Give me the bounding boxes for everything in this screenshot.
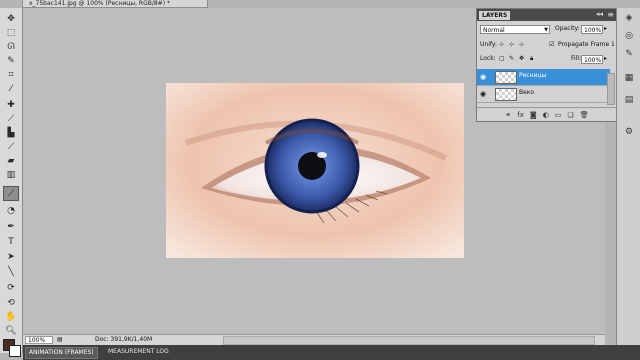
opacity-label: Opacity: <box>555 25 580 32</box>
swatches-dock-icon[interactable]: ▤ <box>622 94 636 106</box>
adjustment-icon[interactable]: ◐ <box>543 111 549 119</box>
fill-dropdown-icon[interactable]: ▸ <box>604 54 607 64</box>
opacity-field[interactable]: 100% <box>581 25 603 34</box>
new-layer-icon[interactable]: ❏ <box>567 111 573 119</box>
layers-panel: LAYERS ◂◂ ≡ Normal ▼ Opacity: 100% ▸ Uni… <box>476 8 618 122</box>
document-tab[interactable]: x_75bac141.jpg @ 100% (Ресницы, RGB/8#) … <box>22 0 208 8</box>
brush-tool-icon[interactable]: ⟋ <box>4 112 18 125</box>
panel-menu-icon[interactable]: ≡ <box>607 10 614 19</box>
eyedropper-tool-icon[interactable]: ⁄ <box>4 82 18 95</box>
blend-mode-select[interactable]: Normal ▼ <box>480 25 550 34</box>
text-tool-icon[interactable]: T <box>4 235 18 248</box>
history-brush-tool-icon[interactable]: ⟋ <box>4 140 18 153</box>
link-icon[interactable]: ⚭ <box>505 111 511 119</box>
trash-icon[interactable]: 🗑︎ <box>580 111 589 119</box>
status-bar: 100% ▤ Doc: 391,9K/1,40M <box>23 334 605 345</box>
shape-tool-icon[interactable]: ╲ <box>4 265 18 278</box>
status-menu-icon[interactable]: ▤ <box>57 335 63 345</box>
tab-layers[interactable]: LAYERS <box>479 11 511 20</box>
bottom-panel-tabs: ANIMATION (FRAMES) MEASUREMENT LOG <box>23 345 640 360</box>
stamp-tool-icon[interactable]: ▙ <box>4 126 18 139</box>
chevron-down-icon: ▼ <box>544 27 548 33</box>
group-icon[interactable]: ▭ <box>555 111 562 119</box>
unify-style-icon[interactable]: ⊹ <box>519 40 524 50</box>
fill-field[interactable]: 100% <box>581 55 603 64</box>
eye-icon[interactable]: ◉ <box>480 90 486 98</box>
lock-image-icon[interactable]: ✎ <box>509 54 514 64</box>
eraser-tool-icon[interactable]: ▰ <box>4 154 18 167</box>
mask-icon[interactable]: ◙ <box>530 111 537 119</box>
gradient-tool-icon[interactable]: ▥ <box>4 168 18 181</box>
paths-dock-icon[interactable]: ✎ <box>622 48 636 60</box>
layers-scrollbar[interactable] <box>607 73 615 105</box>
right-dock: ◈ ◎ ✎ ▦ ▤ ⚙ <box>616 8 640 345</box>
unify-label: Unify: <box>480 41 498 48</box>
fill-label: Fill: <box>571 55 582 62</box>
pen-tool-icon[interactable]: ✒ <box>4 220 18 233</box>
blend-mode-value: Normal <box>483 27 505 34</box>
layers-panel-header: LAYERS ◂◂ ≡ <box>477 9 617 21</box>
eye-icon[interactable]: ◉ <box>480 73 486 81</box>
opacity-dropdown-icon[interactable]: ▸ <box>604 24 607 34</box>
layers-dock-icon[interactable]: ◈ <box>622 12 636 24</box>
layer-thumbnail <box>495 88 517 101</box>
collapse-icon[interactable]: ◂◂ <box>596 10 603 18</box>
zoom-field[interactable]: 100% <box>25 336 53 344</box>
tab-animation[interactable]: ANIMATION (FRAMES) <box>25 347 98 359</box>
unify-visibility-icon[interactable]: ⊹ <box>509 40 514 50</box>
layer-row[interactable]: ◉ Ресницы <box>477 69 610 86</box>
quick-select-tool-icon[interactable]: ✎ <box>4 54 18 67</box>
unify-position-icon[interactable]: ⊹ <box>499 40 504 50</box>
path-select-tool-icon[interactable]: ➤ <box>4 250 18 263</box>
move-tool-icon[interactable]: ✥ <box>4 12 18 25</box>
3d-rotate-tool-icon[interactable]: ⟳ <box>4 281 18 294</box>
zoom-tool-icon[interactable]: 🔍︎ <box>4 324 18 337</box>
dodge-tool-icon[interactable]: ⟋ <box>3 186 19 201</box>
layer-name: Веко <box>519 89 535 96</box>
layer-name: Ресницы <box>519 72 547 79</box>
lock-all-icon[interactable]: 🔒︎ <box>530 54 533 64</box>
healing-tool-icon[interactable]: ✚ <box>4 98 18 111</box>
lock-label: Lock: <box>480 55 496 62</box>
lock-transparent-icon[interactable]: ▢ <box>499 54 505 64</box>
fx-icon[interactable]: fx <box>517 111 524 119</box>
tools-panel: ✥ ⬚ ᘏ ✎ ⌗ ⁄ ✚ ⟋ ▙ ⟋ ▰ ▥ ⟋ ◔ ✒ T ➤ ╲ ⟳ ⟲ … <box>0 8 23 357</box>
horizontal-scrollbar[interactable] <box>223 336 595 345</box>
blur-tool-icon[interactable]: ◔ <box>4 204 18 217</box>
propagate-checkbox[interactable]: ☑ <box>549 40 554 50</box>
lasso-tool-icon[interactable]: ᘏ <box>4 40 18 53</box>
propagate-label: Propagate Frame 1 <box>558 41 615 48</box>
tab-measurement-log[interactable]: MEASUREMENT LOG <box>105 347 172 357</box>
3d-orbit-tool-icon[interactable]: ⟲ <box>4 296 18 309</box>
channels-dock-icon[interactable]: ◎ <box>622 30 636 42</box>
histogram-dock-icon[interactable]: ▦ <box>622 72 636 84</box>
lock-position-icon[interactable]: ✥ <box>519 54 524 64</box>
layer-thumbnail <box>495 71 517 84</box>
doc-size-info: Doc: 391,9K/1,40M <box>95 336 153 343</box>
hand-tool-icon[interactable]: ✋ <box>4 310 18 323</box>
layers-footer: ⚭ fx ◙ ◐ ▭ ❏ 🗑︎ <box>477 107 617 121</box>
marquee-tool-icon[interactable]: ⬚ <box>4 26 18 39</box>
eye-photo[interactable] <box>166 83 464 258</box>
background-color-swatch[interactable] <box>9 345 21 357</box>
styles-dock-icon[interactable]: ⚙ <box>622 126 636 138</box>
layer-row[interactable]: ◉ Веко <box>477 86 610 103</box>
crop-tool-icon[interactable]: ⌗ <box>4 68 18 81</box>
